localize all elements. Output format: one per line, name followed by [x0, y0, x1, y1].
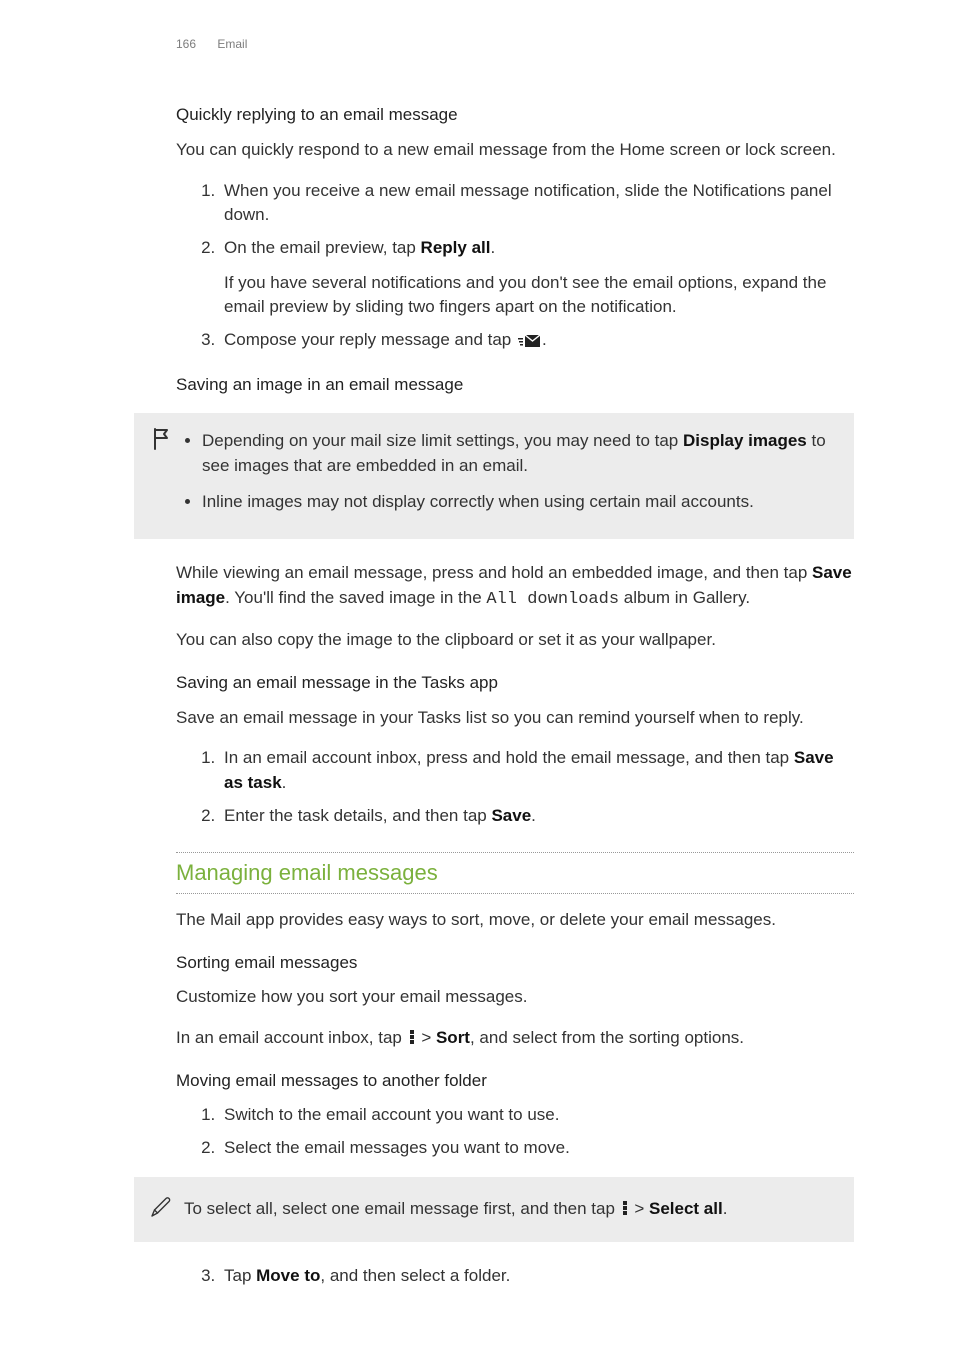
document-page: 166 Email Quickly replying to an email m…: [0, 0, 954, 1359]
tip-pre: To select all, select one email message …: [184, 1199, 620, 1218]
p-mid: . You'll find the saved image in the: [225, 588, 486, 607]
moving-steps-a: Switch to the email account you want to …: [176, 1103, 854, 1160]
heading-save-image: Saving an image in an email message: [176, 373, 854, 398]
page-header: 166 Email: [176, 36, 854, 53]
quick-reply-intro: You can quickly respond to a new email m…: [176, 138, 854, 163]
tip-body: To select all, select one email message …: [176, 1197, 838, 1222]
note-callout: Depending on your mail size limit settin…: [134, 413, 854, 539]
kebab-icon: [410, 1030, 414, 1044]
list-item: When you receive a new email message not…: [220, 179, 854, 228]
moving-steps-b: Tap Move to, and then select a folder.: [176, 1264, 854, 1289]
list-item: On the email preview, tap Reply all. If …: [220, 236, 854, 320]
step-post: , and then select a folder.: [320, 1266, 510, 1285]
save-image-p1: While viewing an email message, press an…: [176, 561, 854, 612]
sort-mid: >: [417, 1028, 436, 1047]
list-item: Switch to the email account you want to …: [220, 1103, 854, 1128]
section-name: Email: [217, 37, 247, 51]
step-text: Select the email messages you want to mo…: [224, 1138, 570, 1157]
step-post: .: [282, 773, 287, 792]
step-text-post: .: [542, 330, 547, 349]
save-image-p2: You can also copy the image to the clipb…: [176, 628, 854, 653]
note-bullets: Depending on your mail size limit settin…: [184, 429, 838, 515]
step-bold: Move to: [256, 1266, 320, 1285]
sort-bold: Sort: [436, 1028, 470, 1047]
note-text: Inline images may not display correctly …: [202, 492, 754, 511]
page-number: 166: [176, 37, 196, 51]
sort-post: , and select from the sorting options.: [470, 1028, 744, 1047]
managing-intro: The Mail app provides easy ways to sort,…: [176, 908, 854, 933]
step-bold: Save: [491, 806, 531, 825]
tip-callout: To select all, select one email message …: [134, 1177, 854, 1243]
heading-moving: Moving email messages to another folder: [176, 1069, 854, 1094]
step-bold: Reply all: [421, 238, 491, 257]
sorting-p2: In an email account inbox, tap > Sort, a…: [176, 1026, 854, 1051]
list-item: Compose your reply message and tap .: [220, 328, 854, 355]
kebab-icon: [623, 1201, 627, 1215]
heading-sorting: Sorting email messages: [176, 951, 854, 976]
note-pre: Depending on your mail size limit settin…: [202, 431, 683, 450]
step-text: Switch to the email account you want to …: [224, 1105, 559, 1124]
save-task-intro: Save an email message in your Tasks list…: [176, 706, 854, 731]
list-item: Tap Move to, and then select a folder.: [220, 1264, 854, 1289]
sort-pre: In an email account inbox, tap: [176, 1028, 407, 1047]
flag-icon: [151, 427, 171, 459]
step-pre: Enter the task details, and then tap: [224, 806, 491, 825]
page-content: Quickly replying to an email message You…: [176, 103, 854, 1288]
list-item: In an email account inbox, press and hol…: [220, 746, 854, 795]
sorting-p1: Customize how you sort your email messag…: [176, 985, 854, 1010]
list-item: Select the email messages you want to mo…: [220, 1136, 854, 1161]
tip-mid: >: [630, 1199, 649, 1218]
p-mono: All downloads: [486, 590, 619, 609]
p-pre: While viewing an email message, press an…: [176, 563, 812, 582]
list-item: Inline images may not display correctly …: [202, 490, 838, 515]
list-item: Depending on your mail size limit settin…: [202, 429, 838, 478]
step-text-pre: On the email preview, tap: [224, 238, 421, 257]
pencil-icon: [149, 1195, 173, 1227]
step-text: When you receive a new email message not…: [224, 181, 832, 225]
step-pre: In an email account inbox, press and hol…: [224, 748, 794, 767]
tip-bold: Select all: [649, 1199, 723, 1218]
list-item: Enter the task details, and then tap Sav…: [220, 804, 854, 829]
note-bold: Display images: [683, 431, 807, 450]
tip-post: .: [723, 1199, 728, 1218]
step-text-post: .: [490, 238, 495, 257]
quick-reply-steps: When you receive a new email message not…: [176, 179, 854, 355]
heading-save-task: Saving an email message in the Tasks app: [176, 671, 854, 696]
heading-quick-reply: Quickly replying to an email message: [176, 103, 854, 128]
p-post: album in Gallery.: [619, 588, 750, 607]
step-post: .: [531, 806, 536, 825]
section-title-managing: Managing email messages: [176, 857, 854, 889]
section-rule: Managing email messages: [176, 852, 854, 894]
step-text-pre: Compose your reply message and tap: [224, 330, 516, 349]
step-note: If you have several notifications and yo…: [224, 271, 854, 320]
step-pre: Tap: [224, 1266, 256, 1285]
send-mail-icon: [518, 330, 540, 355]
save-task-steps: In an email account inbox, press and hol…: [176, 746, 854, 828]
